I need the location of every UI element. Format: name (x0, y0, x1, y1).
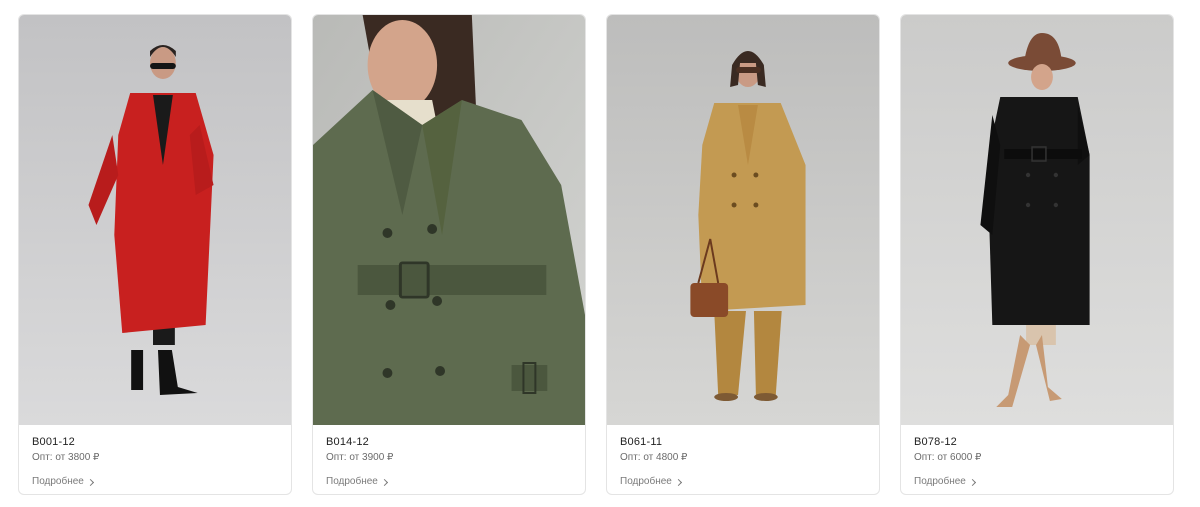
product-sku[interactable]: B001-12 (32, 435, 279, 449)
product-photo[interactable] (19, 15, 291, 425)
chevron-right-icon (86, 478, 94, 486)
details-link[interactable]: Подробнее (620, 475, 682, 488)
details-link[interactable]: Подробнее (914, 475, 976, 488)
product-card[interactable]: B061-11 Опт: от 4800 ₽ Подробнее (606, 14, 880, 495)
details-link-label: Подробнее (914, 476, 966, 487)
product-grid: B001-12 Опт: от 3800 ₽ Подробнее B014-12… (18, 14, 1176, 496)
details-link-label: Подробнее (620, 476, 672, 487)
chevron-right-icon (380, 478, 388, 486)
product-photo[interactable] (313, 15, 585, 425)
product-price: Опт: от 3800 ₽ (32, 452, 100, 463)
product-price: Опт: от 4800 ₽ (620, 452, 688, 463)
details-link-label: Подробнее (326, 476, 378, 487)
coat-shape (988, 97, 1090, 325)
product-card[interactable]: B014-12 Опт: от 3900 ₽ Подробнее (312, 14, 586, 495)
details-link[interactable]: Подробнее (326, 475, 388, 488)
product-sku[interactable]: B078-12 (914, 435, 1161, 449)
product-card[interactable]: B001-12 Опт: от 3800 ₽ Подробнее (18, 14, 292, 495)
chevron-right-icon (674, 478, 682, 486)
chevron-right-icon (968, 478, 976, 486)
details-link-label: Подробнее (32, 476, 84, 487)
details-link[interactable]: Подробнее (32, 475, 94, 488)
product-card[interactable]: B078-12 Опт: от 6000 ₽ Подробнее (900, 14, 1174, 495)
product-photo[interactable] (607, 15, 879, 425)
product-photo[interactable] (901, 15, 1173, 425)
product-price: Опт: от 6000 ₽ (914, 452, 982, 463)
product-sku[interactable]: B061-11 (620, 435, 867, 449)
product-sku[interactable]: B014-12 (326, 435, 573, 449)
product-price: Опт: от 3900 ₽ (326, 452, 394, 463)
